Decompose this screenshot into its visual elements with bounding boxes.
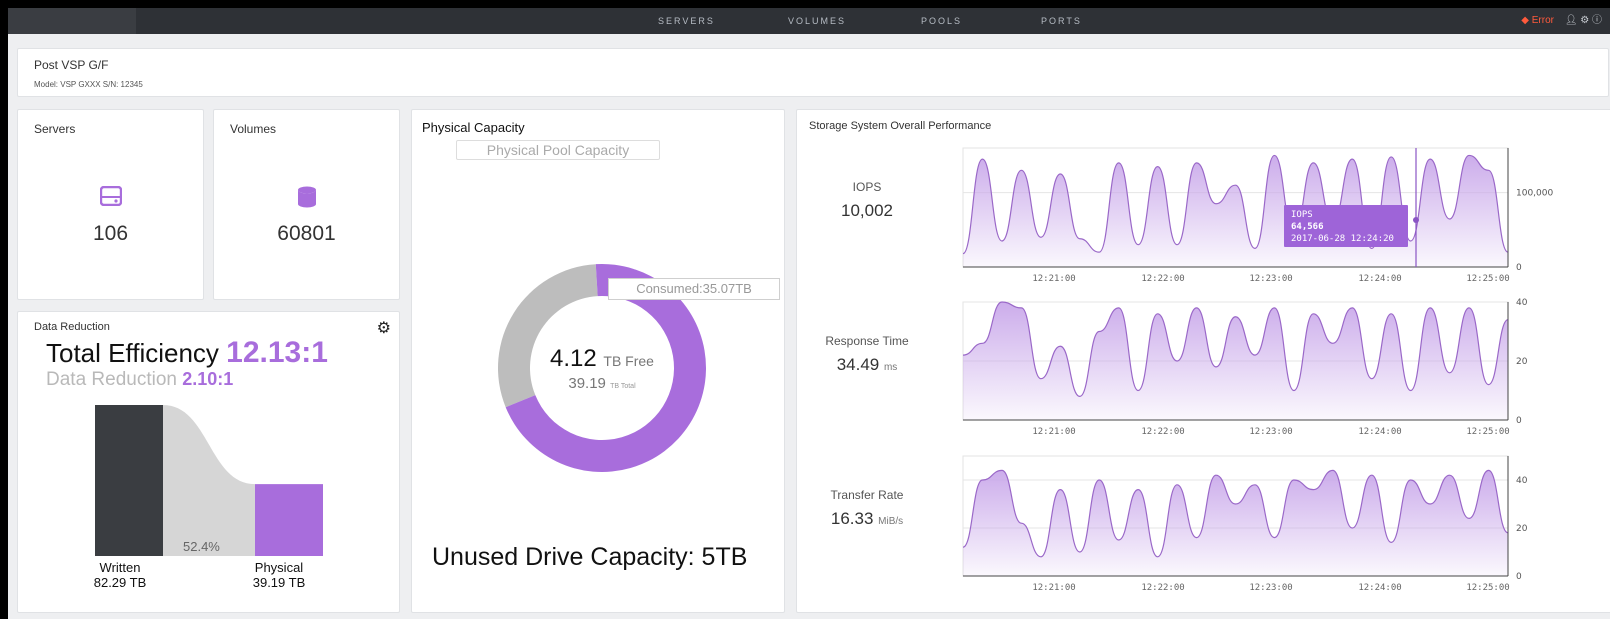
y-tick-label: 40 (1516, 298, 1528, 308)
free-value: 4.12 (550, 345, 597, 372)
system-model-subtitle: Model: VSP GXXX S/N: 12345 (34, 80, 143, 89)
physical-name: Physical (254, 560, 304, 575)
x-tick-label: 12:24:00 (1358, 583, 1401, 593)
total-unit: TB Total (610, 383, 636, 390)
nav-volumes[interactable]: VOLUMES (788, 8, 846, 34)
performance-card: Storage System Overall Performance IOPS … (796, 109, 1610, 613)
warning-icon[interactable]: ◆ (1521, 15, 1529, 26)
gear-icon[interactable]: ⚙ (1580, 15, 1589, 26)
data-reduction-card: Data Reduction ⚙ Total Efficiency 12.13:… (17, 311, 400, 613)
physical-value: 39.19 TB (252, 575, 306, 590)
top-right-controls: ◆ Error 👤︎ ⚙ ⓘ (1521, 8, 1602, 34)
written-value: 82.29 TB (93, 575, 147, 590)
x-tick-label: 12:25:00 (1466, 583, 1509, 593)
user-icon[interactable]: 👤︎ (1565, 15, 1578, 26)
performance-charts: 100,000 0 12:21:00 12:22:00 12:23:00 12:24:00… (962, 147, 1553, 593)
x-tick-label: 12:22:00 (1141, 427, 1184, 437)
y-tick-label: 0 (1516, 416, 1522, 426)
database-icon (214, 186, 399, 213)
unused-drive-capacity: Unused Drive Capacity: 5TB (432, 543, 748, 571)
tooltip-time: 2017-06-28 12:24:20 (1291, 234, 1394, 244)
error-link[interactable]: Error (1532, 15, 1554, 26)
consumed-tooltip: Consumed:35.07TB (608, 278, 780, 300)
physical-label: Physical 39.19 TB (224, 560, 334, 590)
y-tick-label: 20 (1516, 524, 1528, 534)
total-capacity: 39.19 TB Total (522, 375, 682, 392)
nav-pools[interactable]: POOLS (921, 8, 962, 34)
x-tick-label: 12:21:00 (1032, 427, 1075, 437)
written-name: Written (99, 560, 141, 575)
free-capacity: 4.12 TB Free (522, 345, 682, 373)
x-tick-label: 12:21:00 (1032, 583, 1075, 593)
dashboard: Post VSP G/F Model: VSP GXXX S/N: 12345 … (8, 34, 1610, 619)
x-tick-label: 12:23:00 (1249, 583, 1292, 593)
server-drive-icon (18, 185, 203, 211)
top-nav-bar: SERVERS VOLUMES POOLS PORTS ◆ Error 👤︎ ⚙… (8, 8, 1610, 34)
tooltip-value: 64,566 (1291, 222, 1324, 232)
info-icon[interactable]: ⓘ (1592, 15, 1602, 26)
y-tick-label: 0 (1516, 572, 1522, 582)
tooltip-title: IOPS (1291, 210, 1313, 220)
nav-servers[interactable]: SERVERS (658, 8, 715, 34)
written-label: Written 82.29 TB (65, 560, 175, 590)
donut-center-label: 4.12 TB Free 39.19 TB Total (522, 345, 682, 392)
x-tick-label: 12:21:00 (1032, 274, 1075, 284)
x-tick-label: 12:24:00 (1358, 427, 1401, 437)
servers-card[interactable]: Servers 106 (17, 109, 204, 300)
x-tick-label: 12:23:00 (1249, 427, 1292, 437)
y-tick-label: 100,000 (1516, 189, 1553, 199)
hover-point (1413, 217, 1419, 223)
total-value: 39.19 (568, 375, 606, 392)
servers-title: Servers (34, 122, 76, 136)
x-tick-label: 12:22:00 (1141, 274, 1184, 284)
volumes-title: Volumes (230, 122, 277, 136)
servers-count: 106 (92, 222, 129, 245)
reduction-flow (163, 405, 255, 556)
y-tick-label: 0 (1516, 263, 1522, 273)
physical-bar (255, 484, 323, 556)
page-title: Post VSP G/F (34, 58, 109, 72)
x-tick-label: 12:24:00 (1358, 274, 1401, 284)
reduction-percent: 52.4% (183, 539, 220, 554)
physical-capacity-card: Physical Capacity Physical Pool Capacity… (411, 109, 785, 613)
volumes-card[interactable]: Volumes 60801 (213, 109, 400, 300)
y-tick-label: 40 (1516, 476, 1528, 486)
x-tick-label: 12:25:00 (1466, 427, 1509, 437)
x-tick-label: 12:22:00 (1141, 583, 1184, 593)
logo[interactable] (8, 8, 136, 34)
written-bar (95, 405, 163, 556)
volumes-count: 60801 (277, 222, 336, 245)
free-unit: TB Free (603, 353, 654, 369)
y-tick-label: 20 (1516, 357, 1528, 367)
system-header: Post VSP G/F Model: VSP GXXX S/N: 12345 (17, 48, 1609, 97)
x-tick-label: 12:23:00 (1249, 274, 1292, 284)
x-tick-label: 12:25:00 (1466, 274, 1509, 284)
capacity-donut-chart (498, 264, 706, 472)
nav-ports[interactable]: PORTS (1041, 8, 1082, 34)
